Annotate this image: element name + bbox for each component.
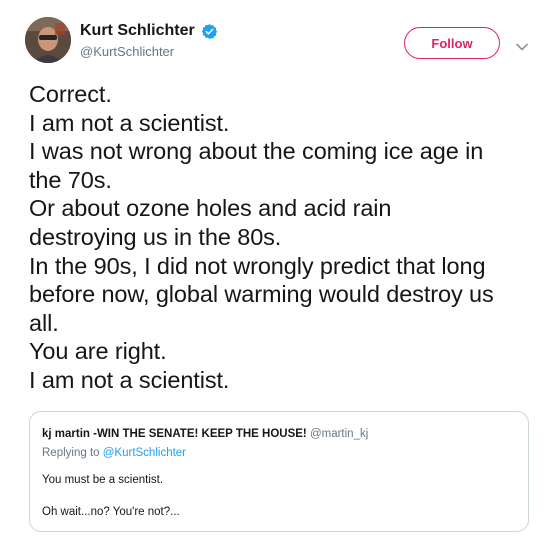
author-name-row: Kurt Schlichter <box>80 22 218 40</box>
tweet-text-line: You are right. <box>29 338 167 365</box>
quoted-tweet-card[interactable]: kj martin -WIN THE SENATE! KEEP THE HOUS… <box>29 411 529 532</box>
avatar[interactable] <box>25 17 71 63</box>
tweet-text-line: the 70s. <box>29 166 112 193</box>
tweet-text-line: I am not a scientist. <box>29 109 230 136</box>
replying-to-prefix: Replying to <box>42 447 100 459</box>
verified-badge-icon <box>201 23 218 40</box>
quoted-tweet-line: You must be a scientist. <box>42 474 164 486</box>
quoted-tweet-header: kj martin -WIN THE SENATE! KEEP THE HOUS… <box>42 428 368 440</box>
replying-to-mention[interactable]: @KurtSchlichter <box>103 447 186 459</box>
author-handle[interactable]: @KurtSchlichter <box>80 44 174 59</box>
replying-to: Replying to @KurtSchlichter <box>42 447 186 459</box>
tweet-text-line: destroying us in the 80s. <box>29 223 282 250</box>
chevron-down-icon[interactable] <box>516 38 528 51</box>
tweet-text: Correct. I am not a scientist. I was not… <box>29 80 544 395</box>
tweet-text-line: Correct. <box>29 81 112 107</box>
follow-button[interactable]: Follow <box>404 27 500 59</box>
tweet-text-line: Or about ozone holes and acid rain <box>29 195 392 222</box>
quoted-tweet-body: You must be a scientist. Oh wait...no? Y… <box>42 474 180 518</box>
tweet-text-line: I am not a scientist. <box>29 366 230 393</box>
quoted-author-name: kj martin -WIN THE SENATE! KEEP THE HOUS… <box>42 428 307 440</box>
tweet-text-line: before now, global warming would destroy… <box>29 281 494 308</box>
quoted-tweet-line: Oh wait...no? You're not?... <box>42 506 180 518</box>
quoted-author-handle: @martin_kj <box>309 428 369 440</box>
tweet-text-line: I was not wrong about the coming ice age… <box>29 138 484 165</box>
tweet-text-line: all. <box>29 309 59 336</box>
author-display-name[interactable]: Kurt Schlichter <box>80 22 195 40</box>
tweet-card: Kurt Schlichter @KurtSchlichter Follow C… <box>0 0 560 545</box>
tweet-text-line: In the 90s, I did not wrongly predict th… <box>29 252 486 279</box>
